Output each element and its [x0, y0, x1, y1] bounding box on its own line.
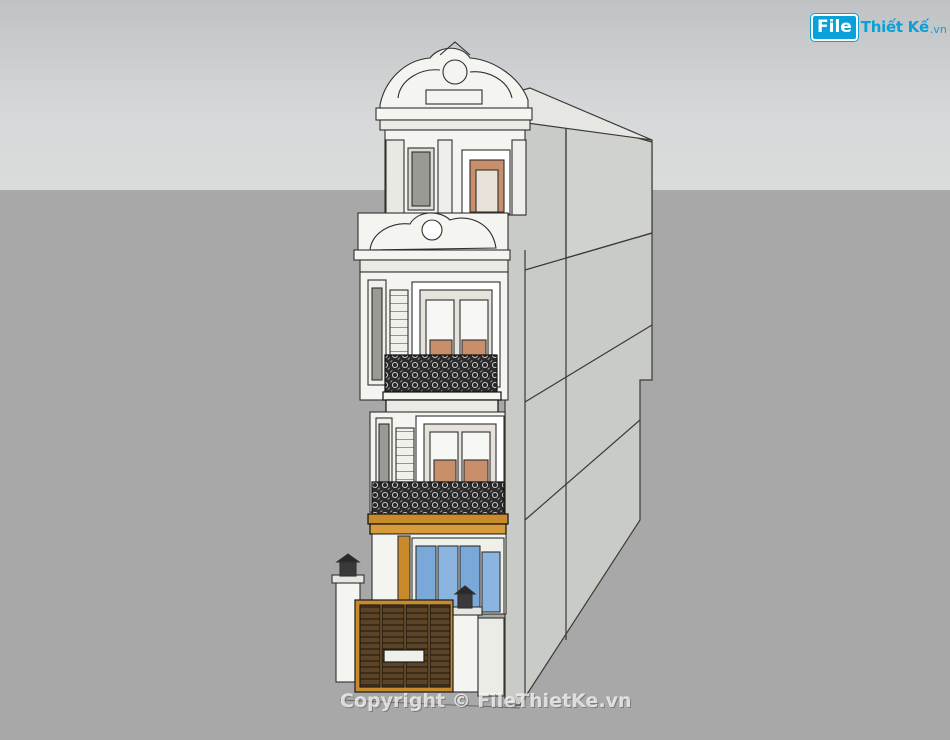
townhouse-model	[331, 41, 653, 709]
front-gate	[354, 599, 454, 693]
logo-file-badge: File	[811, 13, 858, 41]
logo-domain: .vn	[929, 22, 947, 36]
top-floor-facade	[384, 129, 527, 216]
logo-wordmark: Thiết Kế	[860, 18, 929, 36]
upper-balcony-railing	[382, 354, 502, 415]
copyright-watermark: Copyright © FileThietKe.vn	[340, 690, 632, 712]
top-pediment	[375, 41, 533, 131]
lower-balcony-railing	[367, 481, 509, 535]
third-floor-cornice	[353, 212, 511, 273]
site-logo: File Thiết Kế .vn	[811, 12, 947, 42]
side-wall	[504, 87, 653, 706]
